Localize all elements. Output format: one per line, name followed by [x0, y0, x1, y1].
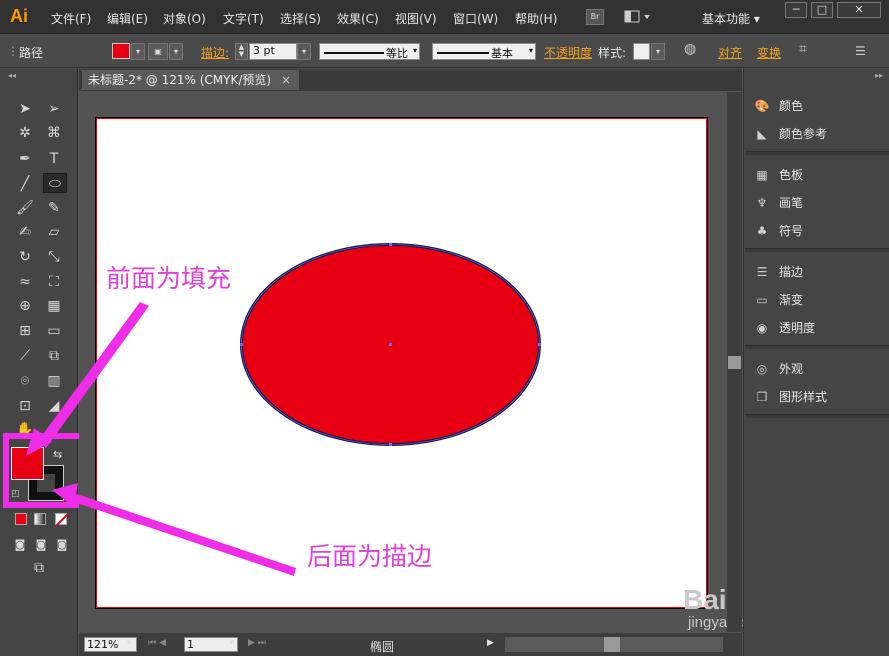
panel-label: 符号: [779, 224, 804, 238]
stroke-arrow-head: [52, 483, 78, 507]
panel-label: 透明度: [779, 321, 816, 335]
graphic-styles-icon: ❐: [756, 390, 768, 404]
panel-label: 色板: [779, 168, 804, 182]
panel-label: 描边: [779, 265, 804, 279]
panel-appearance[interactable]: ◎ 外观: [753, 360, 803, 377]
brushes-icon: ♆: [756, 196, 768, 210]
fill-arrow-shaft: [38, 302, 149, 448]
appearance-icon: ◎: [756, 362, 768, 376]
color-icon: 🎨: [754, 99, 770, 113]
first-artboard-icon[interactable]: ⏮ ◀: [148, 638, 166, 648]
zoom-value: 121%: [87, 638, 119, 651]
transparency-icon: ◉: [756, 321, 768, 335]
panel-graphic-styles[interactable]: ❐ 图形样式: [753, 388, 827, 405]
panel-group-divider: [745, 248, 889, 252]
panel-label: 画笔: [779, 196, 804, 210]
panel-symbols[interactable]: ♣ 符号: [753, 222, 803, 239]
horizontal-scroll-thumb[interactable]: [604, 637, 620, 652]
panel-color[interactable]: 🎨 颜色: [753, 97, 804, 114]
chevron-down-icon[interactable]: ▾: [229, 638, 234, 648]
vertical-scroll-thumb[interactable]: [728, 356, 741, 369]
current-tool-label: 椭圆: [370, 640, 395, 654]
swatches-icon: ▦: [756, 168, 768, 182]
status-menu-icon[interactable]: ▶: [487, 638, 494, 648]
panel-group-divider: [745, 414, 889, 418]
stroke-icon: ☰: [756, 265, 768, 279]
panel-stroke[interactable]: ☰ 描边: [753, 263, 803, 280]
chevron-down-icon[interactable]: ▾: [127, 638, 132, 648]
panel-group-divider: [745, 345, 889, 349]
stroke-arrow-shaft: [68, 492, 296, 576]
panel-brushes[interactable]: ♆ 画笔: [753, 194, 803, 211]
panel-label: 颜色: [779, 99, 804, 113]
panel-label: 外观: [779, 362, 804, 376]
panel-transparency[interactable]: ◉ 透明度: [753, 319, 815, 336]
page-value: 1: [187, 638, 194, 651]
panel-label: 颜色参考: [779, 127, 828, 141]
color-guide-icon: ◣: [757, 127, 767, 141]
symbols-icon: ♣: [756, 224, 768, 238]
panel-label: 图形样式: [779, 390, 828, 404]
panel-color-guide[interactable]: ◣ 颜色参考: [753, 125, 827, 142]
panel-swatches[interactable]: ▦ 色板: [753, 166, 803, 183]
last-artboard-icon[interactable]: ▶ ⏭: [248, 638, 266, 648]
panel-label: 渐变: [779, 293, 804, 307]
panel-group-divider: [745, 151, 889, 155]
gradient-icon: ▭: [756, 293, 768, 307]
panel-gradient[interactable]: ▭ 渐变: [753, 291, 803, 308]
expand-panels-icon[interactable]: ▸▸: [875, 71, 883, 80]
